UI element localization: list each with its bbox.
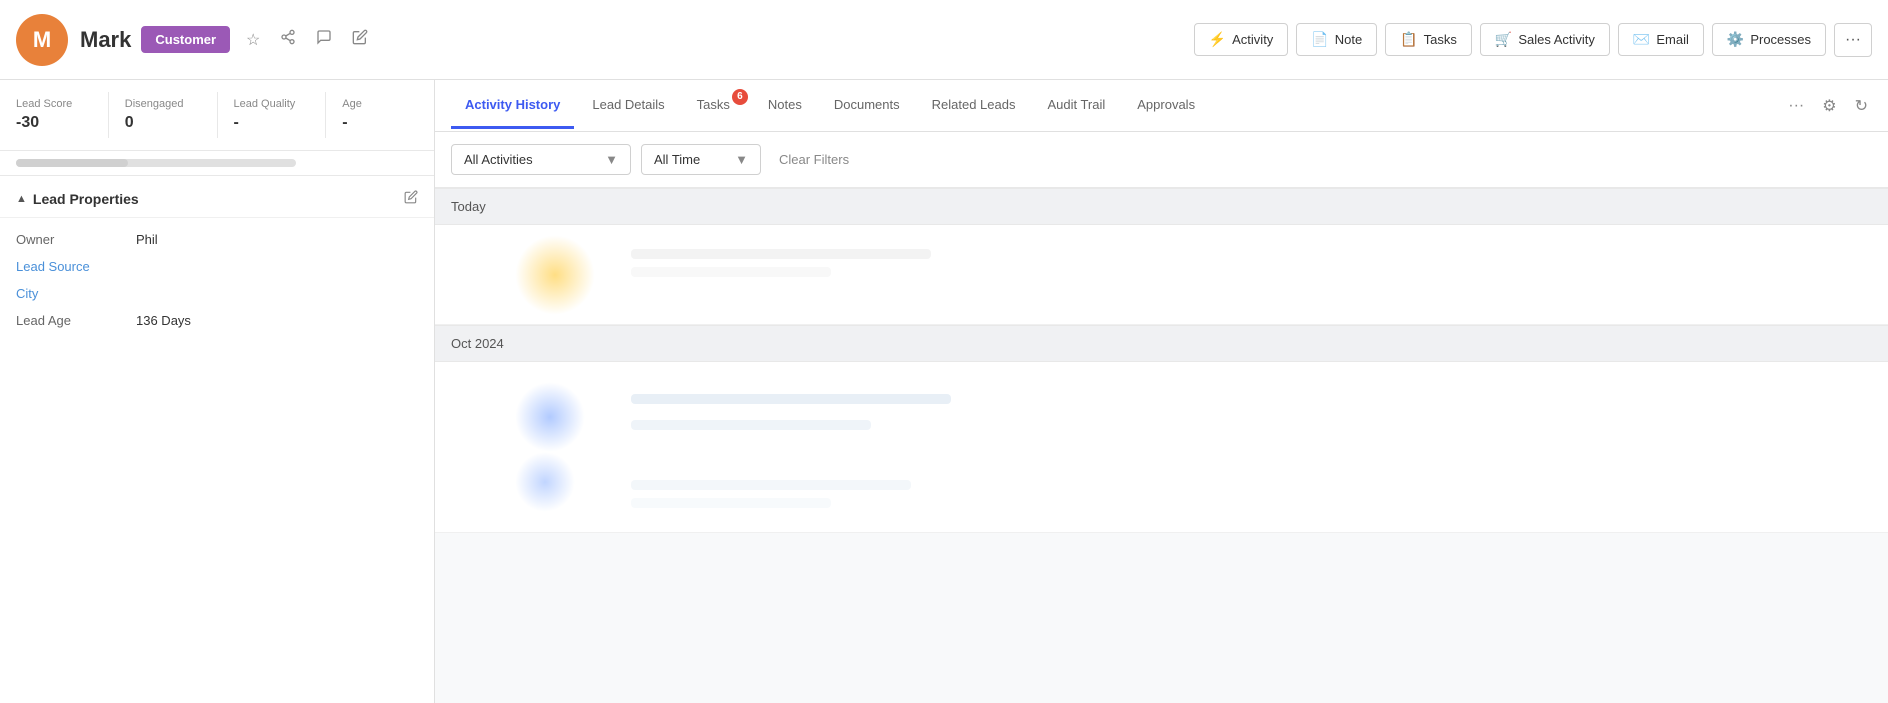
tabs-bar: Activity History Lead Details Tasks 6 No…: [435, 80, 1888, 132]
contact-name: Mark: [80, 27, 131, 53]
oct2024-activity-card: [435, 362, 1888, 533]
age-value: -: [342, 114, 418, 132]
activity-icon: ⚡: [1209, 31, 1226, 48]
tab-lead-details[interactable]: Lead Details: [578, 83, 678, 129]
activity-glow-blue1: [515, 382, 585, 452]
lead-properties-edit-button[interactable]: [404, 190, 418, 207]
disengaged-value: 0: [125, 114, 201, 132]
lead-age-label: Lead Age: [16, 313, 136, 328]
stat-age: Age -: [326, 92, 434, 138]
header-actions: ⚡ Activity 📄 Note 📋 Tasks 🛒 Sales Activi…: [1194, 23, 1872, 57]
lead-properties-header: ▲ Lead Properties: [0, 176, 434, 218]
lead-quality-label: Lead Quality: [234, 98, 310, 110]
activity-glow-yellow: [515, 235, 595, 315]
progress-bar-area: [0, 151, 434, 176]
left-panel: Lead Score -30 Disengaged 0 Lead Quality…: [0, 80, 435, 703]
avatar: M: [16, 14, 68, 66]
tab-notes[interactable]: Notes: [754, 83, 816, 129]
property-city: City: [0, 280, 434, 307]
progress-bar-track: [16, 159, 296, 167]
email-icon: ✉️: [1633, 31, 1650, 48]
share-icon[interactable]: [276, 25, 300, 54]
tab-related-leads[interactable]: Related Leads: [918, 83, 1030, 129]
today-activity-card: [435, 225, 1888, 325]
header: M Mark Customer ☆ ⚡ Activity 📄 Note 📋 Ta…: [0, 0, 1888, 80]
lead-properties-title: ▲ Lead Properties: [16, 191, 139, 207]
lead-score-value: -30: [16, 114, 92, 132]
age-label: Age: [342, 98, 418, 110]
header-icon-group: ☆: [242, 25, 372, 54]
tasks-icon: 📋: [1400, 31, 1417, 48]
time-filter[interactable]: All Time ▼: [641, 144, 761, 175]
clear-filters-button[interactable]: Clear Filters: [771, 148, 857, 171]
tasks-badge: 6: [732, 89, 748, 105]
customer-badge[interactable]: Customer: [141, 26, 230, 53]
tasks-button[interactable]: 📋 Tasks: [1385, 23, 1472, 56]
activities-filter[interactable]: All Activities ▼: [451, 144, 631, 175]
tabs-settings-button[interactable]: ⚙: [1818, 92, 1840, 120]
stats-row: Lead Score -30 Disengaged 0 Lead Quality…: [0, 80, 434, 151]
stat-disengaged: Disengaged 0: [109, 92, 218, 138]
tab-approvals[interactable]: Approvals: [1123, 83, 1209, 129]
collapse-icon: ▲: [16, 193, 27, 205]
property-lead-source: Lead Source: [0, 253, 434, 280]
favorite-icon[interactable]: ☆: [242, 26, 264, 54]
right-panel: Activity History Lead Details Tasks 6 No…: [435, 80, 1888, 703]
owner-label: Owner: [16, 232, 136, 247]
city-label[interactable]: City: [16, 286, 136, 301]
lead-score-label: Lead Score: [16, 98, 92, 110]
activity-content: Today Oct 2024: [435, 188, 1888, 703]
stat-lead-quality: Lead Quality -: [218, 92, 327, 138]
note-icon: 📄: [1311, 31, 1328, 48]
sales-activity-button[interactable]: 🛒 Sales Activity: [1480, 23, 1610, 56]
more-actions-button[interactable]: ···: [1834, 23, 1872, 57]
property-owner: Owner Phil: [0, 226, 434, 253]
progress-bar-fill: [16, 159, 128, 167]
lead-source-label[interactable]: Lead Source: [16, 259, 136, 274]
main-layout: Lead Score -30 Disengaged 0 Lead Quality…: [0, 80, 1888, 703]
email-button[interactable]: ✉️ Email: [1618, 23, 1704, 56]
tabs-actions: ··· ⚙ ↻: [1784, 92, 1872, 120]
property-lead-age: Lead Age 136 Days: [0, 307, 434, 334]
tabs-refresh-button[interactable]: ↻: [1851, 92, 1872, 120]
time-dropdown-arrow: ▼: [735, 152, 748, 167]
tabs-more-button[interactable]: ···: [1784, 93, 1808, 119]
note-button[interactable]: 📄 Note: [1296, 23, 1377, 56]
today-section-header: Today: [435, 188, 1888, 225]
edit-icon[interactable]: [348, 25, 372, 54]
tab-activity-history[interactable]: Activity History: [451, 83, 574, 129]
stat-lead-score: Lead Score -30: [0, 92, 109, 138]
activity-button[interactable]: ⚡ Activity: [1194, 23, 1289, 56]
tab-audit-trail[interactable]: Audit Trail: [1033, 83, 1119, 129]
disengaged-label: Disengaged: [125, 98, 201, 110]
oct2024-section-header: Oct 2024: [435, 325, 1888, 362]
lead-quality-value: -: [234, 114, 310, 132]
chat-icon[interactable]: [312, 25, 336, 54]
processes-icon: ⚙️: [1727, 31, 1744, 48]
activity-glow-blue2: [515, 452, 575, 512]
properties-list: Owner Phil Lead Source City Lead Age 136…: [0, 218, 434, 342]
owner-value: Phil: [136, 232, 158, 247]
tab-tasks[interactable]: Tasks 6: [683, 83, 750, 129]
filter-bar: All Activities ▼ All Time ▼ Clear Filter…: [435, 132, 1888, 188]
processes-button[interactable]: ⚙️ Processes: [1712, 23, 1826, 56]
sales-activity-icon: 🛒: [1495, 31, 1512, 48]
lead-age-value: 136 Days: [136, 313, 191, 328]
tab-documents[interactable]: Documents: [820, 83, 914, 129]
activities-dropdown-arrow: ▼: [605, 152, 618, 167]
